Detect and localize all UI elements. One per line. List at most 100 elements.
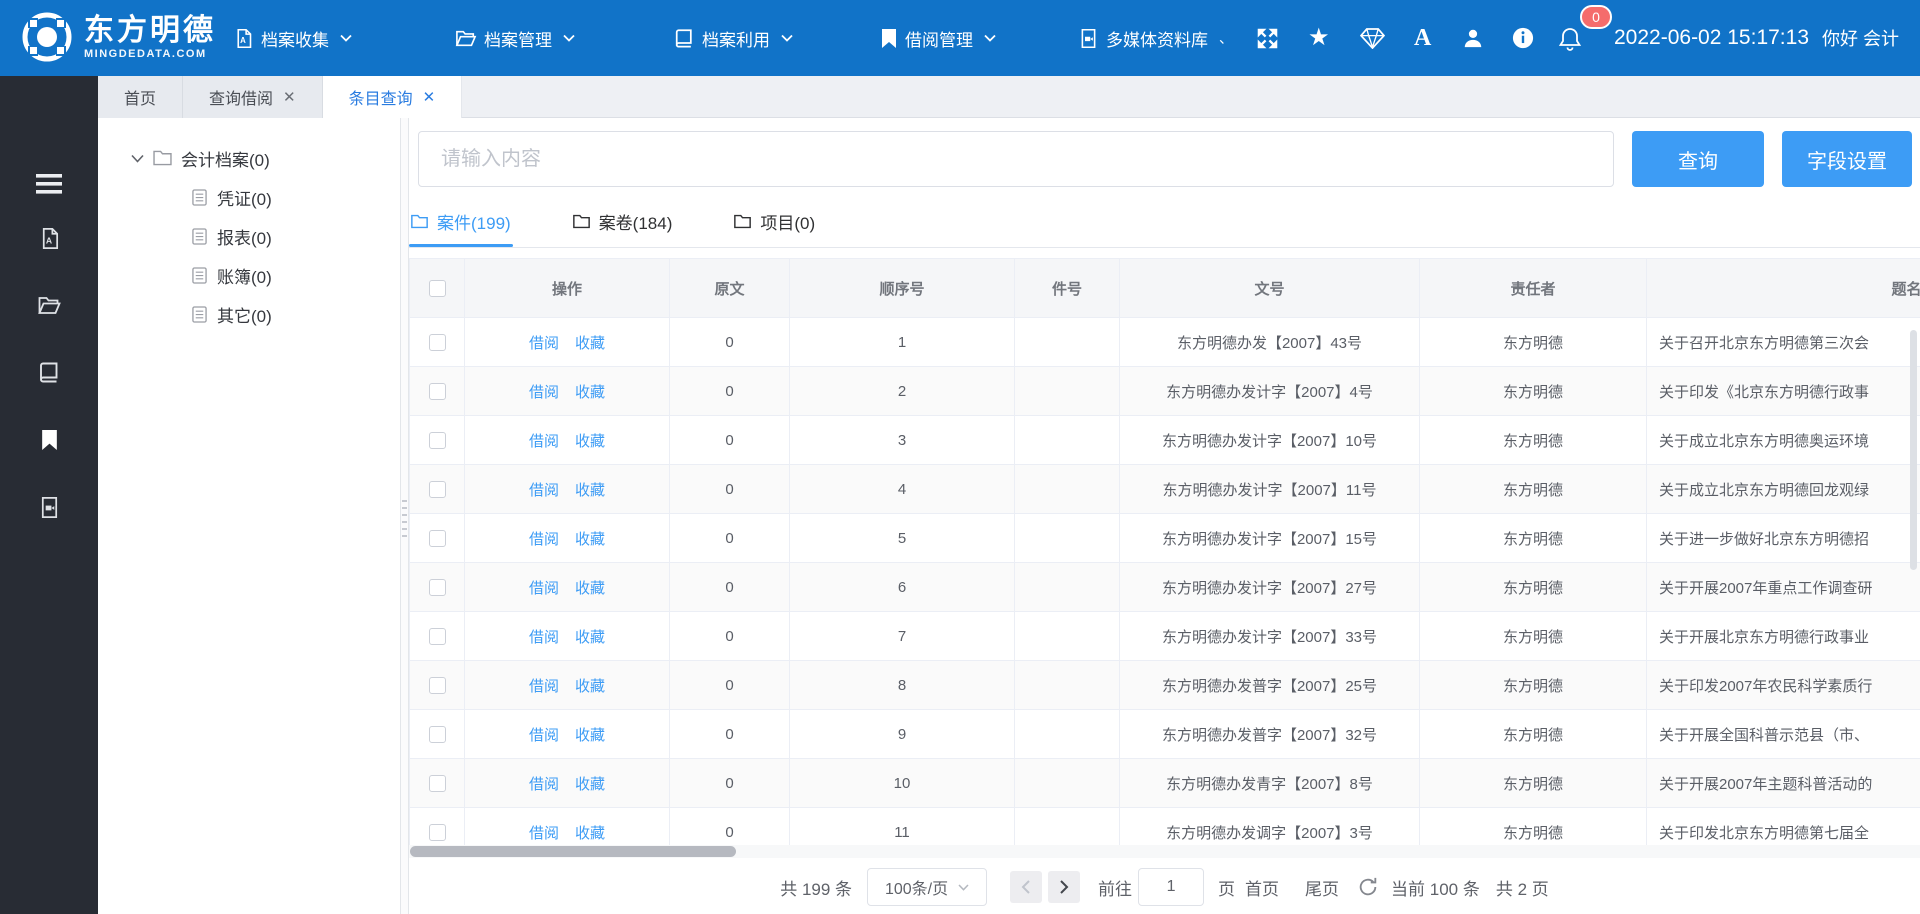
borrow-link[interactable]: 借阅 [529, 577, 559, 598]
row-checkbox[interactable] [429, 824, 446, 841]
borrow-link[interactable]: 借阅 [529, 724, 559, 745]
row-checkbox[interactable] [429, 726, 446, 743]
theme-button[interactable] [1360, 0, 1385, 76]
row-checkbox[interactable] [429, 383, 446, 400]
borrow-link[interactable]: 借阅 [529, 626, 559, 647]
subtab-cases[interactable]: 案件(199) [409, 196, 513, 247]
menu-archive-manage[interactable]: 档案管理 [455, 0, 575, 76]
favorite-link[interactable]: 收藏 [575, 773, 605, 794]
close-icon[interactable]: ✕ [423, 90, 436, 105]
cell-seq: 5 [790, 514, 1015, 563]
tree-node-voucher[interactable]: 凭证(0) [98, 178, 400, 217]
select-all-checkbox[interactable] [429, 280, 446, 297]
field-settings-button[interactable]: 字段设置 [1782, 131, 1912, 187]
total-count-label: 共 199 条 [780, 875, 852, 900]
borrow-link[interactable]: 借阅 [529, 528, 559, 549]
col-header-doc-no: 文号 [1120, 259, 1420, 318]
sidebar-item-borrow[interactable] [0, 420, 98, 460]
close-icon[interactable]: ✕ [283, 90, 296, 105]
row-checkbox[interactable] [429, 334, 446, 351]
favorites-button[interactable]: ★ [1308, 0, 1330, 76]
cell-author: 东方明德 [1420, 514, 1647, 563]
table-row: 借阅 收藏 0 9 东方明德办发普字【2007】32号 东方明德 关于开展全国科… [410, 710, 1920, 759]
cell-author: 东方明德 [1420, 318, 1647, 367]
row-checkbox[interactable] [429, 579, 446, 596]
borrow-link[interactable]: 借阅 [529, 332, 559, 353]
horizontal-scrollbar-thumb[interactable] [410, 846, 736, 857]
panel-splitter[interactable] [400, 118, 409, 914]
row-checkbox[interactable] [429, 432, 446, 449]
favorite-link[interactable]: 收藏 [575, 724, 605, 745]
borrow-link[interactable]: 借阅 [529, 822, 559, 843]
favorite-link[interactable]: 收藏 [575, 479, 605, 500]
row-checkbox[interactable] [429, 628, 446, 645]
table-row: 借阅 收藏 0 4 东方明德办发计字【2007】11号 东方明德 关于成立北京东… [410, 465, 1920, 514]
borrow-link[interactable]: 借阅 [529, 675, 559, 696]
row-checkbox[interactable] [429, 481, 446, 498]
notifications-button[interactable] [1558, 0, 1582, 76]
page-size-value: 100条/页 [885, 875, 948, 899]
search-button[interactable]: 查询 [1632, 131, 1764, 187]
current-count-label: 当前 100 条 [1391, 875, 1480, 900]
first-page-button[interactable]: 首页 [1245, 875, 1279, 900]
font-size-button[interactable]: A [1414, 0, 1431, 76]
page-size-select[interactable]: 100条/页 [867, 868, 987, 906]
cell-author: 东方明德 [1420, 563, 1647, 612]
favorite-link[interactable]: 收藏 [575, 626, 605, 647]
goto-page-input[interactable] [1138, 868, 1204, 906]
cell-item-no [1015, 759, 1120, 808]
fullscreen-button[interactable] [1256, 0, 1279, 76]
subtab-projects[interactable]: 项目(0) [732, 196, 817, 247]
prev-page-button[interactable] [1010, 871, 1042, 903]
menu-borrow-manage[interactable]: 借阅管理 [880, 0, 996, 76]
cell-item-no [1015, 514, 1120, 563]
cell-author: 东方明德 [1420, 367, 1647, 416]
favorite-link[interactable]: 收藏 [575, 577, 605, 598]
document-icon [192, 267, 207, 284]
collapse-menu-button[interactable] [0, 164, 98, 204]
borrow-link[interactable]: 借阅 [529, 430, 559, 451]
tree-node-report[interactable]: 报表(0) [98, 217, 400, 256]
favorite-link[interactable]: 收藏 [575, 528, 605, 549]
refresh-button[interactable] [1357, 876, 1379, 898]
cell-title: 关于印发2007年农民科学素质行 [1647, 661, 1920, 710]
last-page-button[interactable]: 尾页 [1305, 875, 1339, 900]
folder-open-icon [37, 294, 62, 316]
borrow-link[interactable]: 借阅 [529, 773, 559, 794]
borrow-link[interactable]: 借阅 [529, 479, 559, 500]
user-button[interactable] [1462, 0, 1484, 76]
tab-query-borrow[interactable]: 查询借阅 ✕ [183, 76, 323, 118]
book-icon [673, 28, 695, 48]
favorite-link[interactable]: 收藏 [575, 675, 605, 696]
cell-title: 关于成立北京东方明德回龙观绿 [1647, 465, 1920, 514]
menu-archive-use[interactable]: 档案利用 [673, 0, 793, 76]
favorite-link[interactable]: 收藏 [575, 381, 605, 402]
favorite-link[interactable]: 收藏 [575, 430, 605, 451]
favorite-link[interactable]: 收藏 [575, 822, 605, 843]
tree-node-other[interactable]: 其它(0) [98, 295, 400, 334]
cell-original: 0 [670, 367, 790, 416]
tree-node-root[interactable]: 会计档案(0) [98, 138, 400, 178]
sidebar-item-use[interactable] [0, 352, 98, 392]
borrow-link[interactable]: 借阅 [529, 381, 559, 402]
favorite-link[interactable]: 收藏 [575, 332, 605, 353]
subtab-label: 案件(199) [437, 209, 511, 234]
menu-multimedia[interactable]: 多媒体资料库 、 [1078, 0, 1233, 76]
tree-node-ledger[interactable]: 账簿(0) [98, 256, 400, 295]
sidebar-item-collect[interactable]: A [0, 218, 98, 258]
next-page-button[interactable] [1048, 871, 1080, 903]
menu-archive-collect[interactable]: A 档案收集 [233, 0, 352, 76]
chevron-down-icon [984, 34, 996, 42]
row-checkbox[interactable] [429, 775, 446, 792]
subtab-folders[interactable]: 案卷(184) [571, 196, 675, 247]
tab-entry-query[interactable]: 条目查询 ✕ [323, 76, 463, 118]
info-button[interactable] [1512, 0, 1534, 76]
row-checkbox[interactable] [429, 677, 446, 694]
tab-home[interactable]: 首页 [98, 76, 183, 118]
row-checkbox[interactable] [429, 530, 446, 547]
col-header-title: 题名 [1647, 259, 1920, 318]
sidebar-item-manage[interactable] [0, 285, 98, 325]
sidebar-item-multimedia[interactable] [0, 487, 98, 527]
vertical-scrollbar-thumb[interactable] [1910, 330, 1917, 570]
search-input[interactable] [418, 131, 1614, 187]
